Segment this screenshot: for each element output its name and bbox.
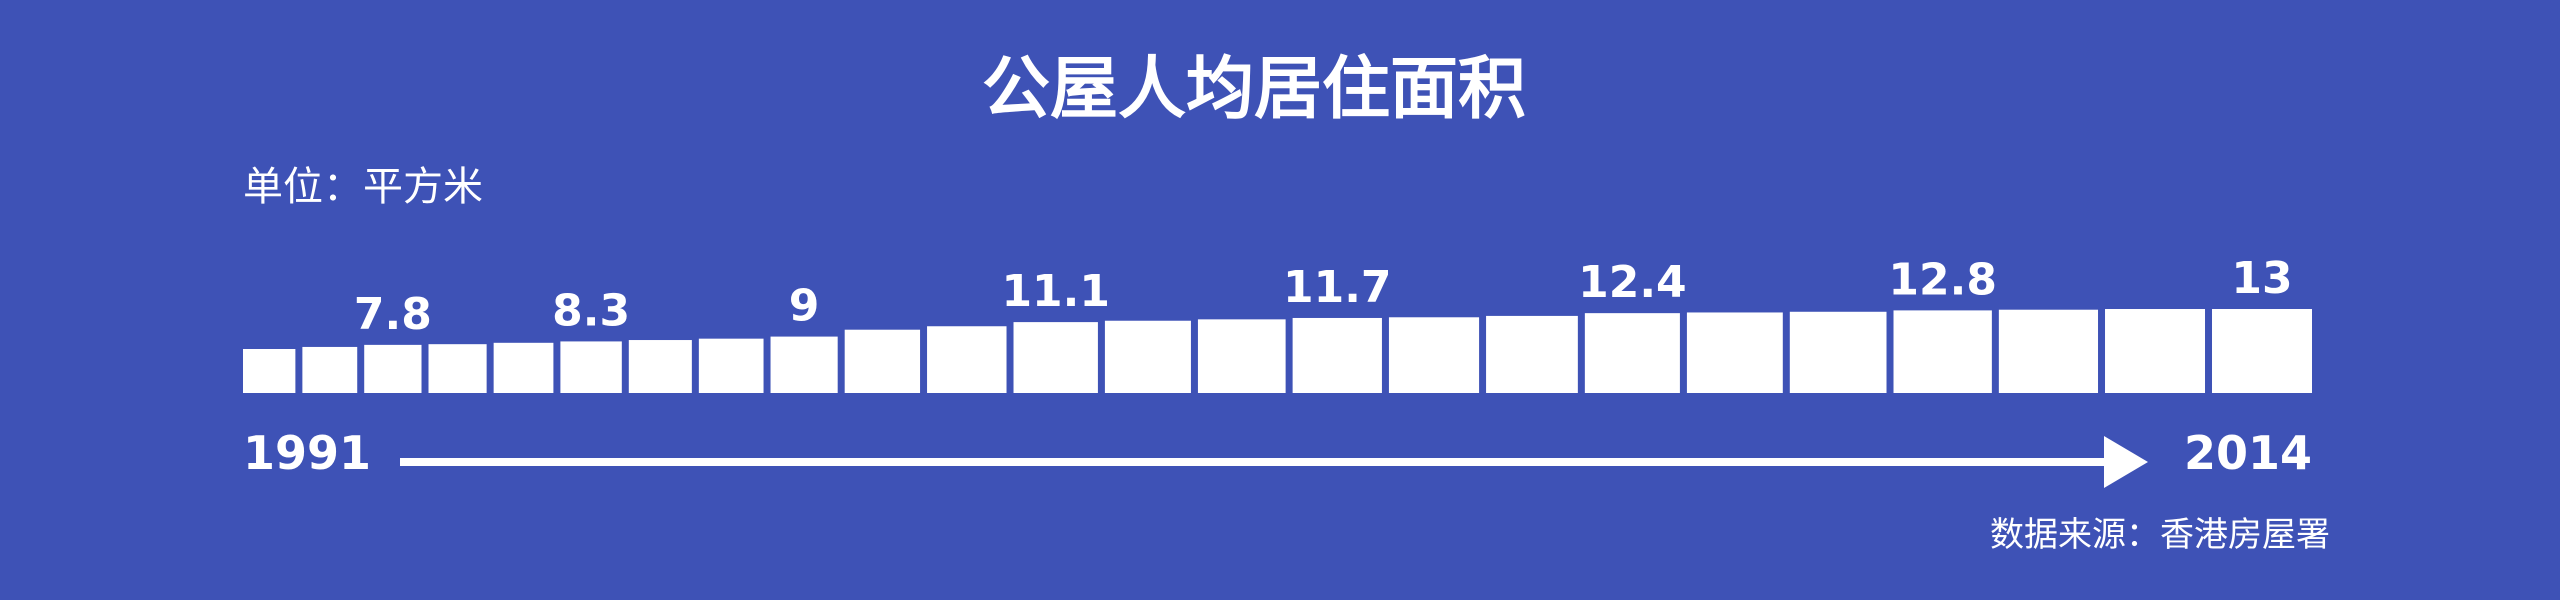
bar-1991: [243, 349, 296, 393]
value-label-1999: 9: [789, 281, 820, 332]
x-axis-start-label: 1991: [243, 426, 371, 480]
source-label: 数据来源：香港房屋署: [1990, 515, 2330, 555]
chart-root: 公屋人均居住面积 单位：平方米 7.8 8.3 9 11.1 11.7 12.4 12.8 1…: [0, 0, 2560, 600]
bar-2001: [927, 326, 1007, 393]
x-axis-end-label: 2014: [2184, 426, 2312, 480]
chart-title: 公屋人均居住面积: [982, 50, 1526, 129]
timeline-arrowhead: [2104, 436, 2148, 488]
bar-1995: [493, 342, 554, 393]
bar-2010: [1789, 311, 1887, 393]
value-label-2002: 11.1: [1001, 266, 1110, 317]
bar-1992: [302, 346, 358, 393]
bar-2014: [2212, 309, 2312, 393]
bar-2008: [1584, 313, 1680, 393]
bar-2000: [844, 329, 921, 393]
value-label-2008: 12.4: [1578, 257, 1687, 308]
bar-2009: [1686, 312, 1783, 393]
bar-1994: [428, 344, 487, 393]
chart-svg: 公屋人均居住面积 单位：平方米 7.8 8.3 9 11.1 11.7 12.4 12.8 1…: [243, 50, 2330, 555]
bar-1993: [364, 344, 422, 393]
value-label-2005: 11.7: [1283, 262, 1392, 313]
bar-2006: [1388, 317, 1480, 393]
bar-1998: [698, 338, 764, 393]
value-label-1996: 8.3: [552, 285, 630, 336]
value-label-2011: 12.8: [1888, 254, 1997, 305]
bar-2003: [1104, 320, 1191, 393]
value-label-1993: 7.8: [354, 289, 432, 340]
bar-2011: [1893, 310, 1992, 393]
bar-2002: [1013, 322, 1098, 393]
bar-1997: [628, 340, 692, 393]
bar-1996: [560, 341, 622, 393]
bar-2007: [1486, 315, 1578, 393]
bar-2005: [1292, 317, 1382, 393]
bar-2013: [2105, 309, 2206, 393]
bar-2012: [1998, 309, 2099, 393]
bar-2004: [1197, 319, 1286, 393]
bar-1999: [770, 336, 838, 393]
value-label-2014: 13: [2231, 253, 2292, 304]
unit-label: 单位：平方米: [243, 164, 483, 210]
